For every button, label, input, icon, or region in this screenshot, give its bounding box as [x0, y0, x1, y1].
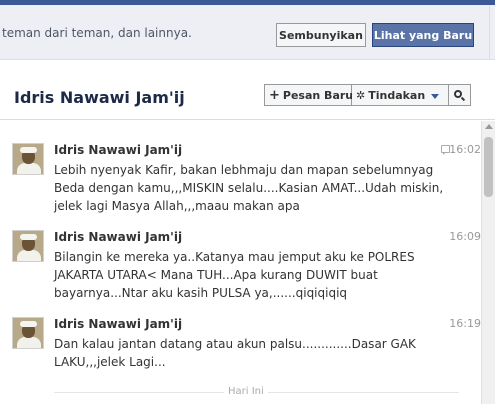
message-line: Dan kalau jantan datang atau akun palsu.…	[54, 337, 416, 351]
message-sender[interactable]: Idris Nawawi Jam'ij	[54, 230, 182, 244]
message-line: Lebih nyenyak Kafir, bakan lebhmaju dan …	[54, 163, 434, 177]
scrollbar[interactable]	[481, 121, 495, 404]
conversation-title: Idris Nawawi Jam'ij	[14, 88, 185, 107]
show-new-button[interactable]: Lihat yang Baru	[372, 23, 474, 47]
message-time: 16:09	[449, 230, 481, 243]
message-line: LAKU,,,jelek Lagi...	[54, 355, 166, 369]
divider	[489, 5, 490, 60]
message-line: JAKARTA UTARA< Mana TUH...Apa kurang DUW…	[54, 268, 378, 282]
conversation-header: Idris Nawawi Jam'ij + Pesan Baru ✲ Tinda…	[0, 60, 495, 120]
actions-dropdown[interactable]: ✲ Tindakan	[352, 84, 449, 106]
search-icon	[454, 89, 466, 101]
message-body: Dan kalau jantan datang atau akun palsu.…	[54, 335, 459, 371]
message-line: bayarnya...Ntar aku kasih PULSA ya,.....…	[54, 286, 348, 300]
scroll-up-icon[interactable]	[485, 124, 493, 129]
actions-label: Tindakan	[368, 88, 426, 102]
search-button[interactable]	[449, 84, 471, 106]
date-divider-label: Hari Ini	[224, 386, 268, 397]
message-time: 16:02	[449, 143, 481, 156]
avatar[interactable]	[12, 230, 44, 262]
message-line: Beda dengan kamu,,,MISKIN selalu....Kasi…	[54, 181, 444, 195]
message-line: jelek lagi Masya Allah,,,maau makan apa	[54, 199, 300, 213]
plus-icon: +	[269, 87, 280, 103]
message-time: 16:19	[449, 317, 481, 330]
message-body: Bilangin ke mereka ya..Katanya mau jempu…	[54, 248, 459, 302]
new-stories-notice: teman dari teman, dan lainnya. Sembunyik…	[0, 5, 495, 60]
new-message-label: Pesan Baru	[282, 88, 354, 102]
message-thread[interactable]: Idris Nawawi Jam'ij 16:02 Lebih nyenyak …	[0, 121, 481, 404]
conversation-toolbar: + Pesan Baru ✲ Tindakan	[264, 84, 471, 106]
message-line: Bilangin ke mereka ya..Katanya mau jempu…	[54, 250, 415, 264]
gear-icon: ✲	[356, 88, 366, 102]
hide-button[interactable]: Sembunyikan	[276, 23, 366, 47]
avatar[interactable]	[12, 317, 44, 349]
avatar[interactable]	[12, 143, 44, 175]
chevron-down-icon	[431, 93, 440, 99]
message-body: Lebih nyenyak Kafir, bakan lebhmaju dan …	[54, 161, 459, 215]
notice-text: teman dari teman, dan lainnya.	[2, 26, 192, 40]
new-message-button[interactable]: + Pesan Baru	[264, 84, 354, 106]
scrollbar-thumb[interactable]	[484, 137, 493, 197]
message-sender[interactable]: Idris Nawawi Jam'ij	[54, 317, 182, 331]
message-sender[interactable]: Idris Nawawi Jam'ij	[54, 143, 182, 157]
